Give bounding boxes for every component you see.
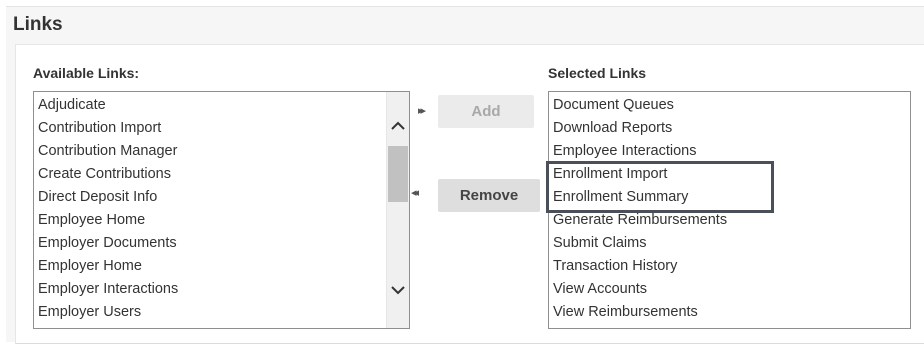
available-links-label: Available Links: <box>33 65 140 81</box>
available-link-item[interactable]: Employee Home <box>34 209 409 232</box>
scroll-up-icon[interactable] <box>387 116 409 136</box>
available-link-item[interactable]: Direct Deposit Info <box>34 186 409 209</box>
selected-link-item[interactable]: Employee Interactions <box>549 140 910 163</box>
available-link-item[interactable]: Employer Home <box>34 255 409 278</box>
available-link-item[interactable]: Contribution Import <box>34 117 409 140</box>
links-panel: Available Links: Adjudicate Contribution … <box>15 44 924 344</box>
remove-button[interactable]: Remove <box>438 179 540 212</box>
scroll-down-icon[interactable] <box>387 280 409 300</box>
section-title: Links <box>13 14 63 35</box>
available-link-item[interactable]: Employer Users <box>34 301 409 324</box>
available-link-item[interactable]: Create Contributions <box>34 163 409 186</box>
available-link-item[interactable]: Contribution Manager <box>34 140 409 163</box>
selected-link-item[interactable]: View Reimbursements <box>549 301 910 324</box>
available-links-listbox[interactable]: Adjudicate Contribution Import Contributio… <box>33 91 410 329</box>
add-button[interactable]: Add <box>438 95 534 128</box>
double-chevron-right-icon: ▸▸ <box>418 105 426 117</box>
selected-link-item[interactable]: Download Reports <box>549 117 910 140</box>
selected-items-highlight <box>546 161 774 213</box>
available-link-item[interactable]: Employer Interactions <box>34 278 409 301</box>
selected-link-item[interactable]: Submit Claims <box>549 232 910 255</box>
double-chevron-left-icon: ◂◂ <box>411 187 419 199</box>
available-link-item[interactable]: Employer Documents <box>34 232 409 255</box>
scroll-thumb[interactable] <box>388 146 408 202</box>
available-link-item[interactable]: Adjudicate <box>34 94 409 117</box>
selected-link-item[interactable]: Transaction History <box>549 255 910 278</box>
selected-link-item[interactable]: Document Queues <box>549 94 910 117</box>
selected-link-item[interactable]: View Accounts <box>549 278 910 301</box>
available-links-scrollbar[interactable] <box>386 92 409 328</box>
selected-links-label: Selected Links <box>548 65 647 81</box>
